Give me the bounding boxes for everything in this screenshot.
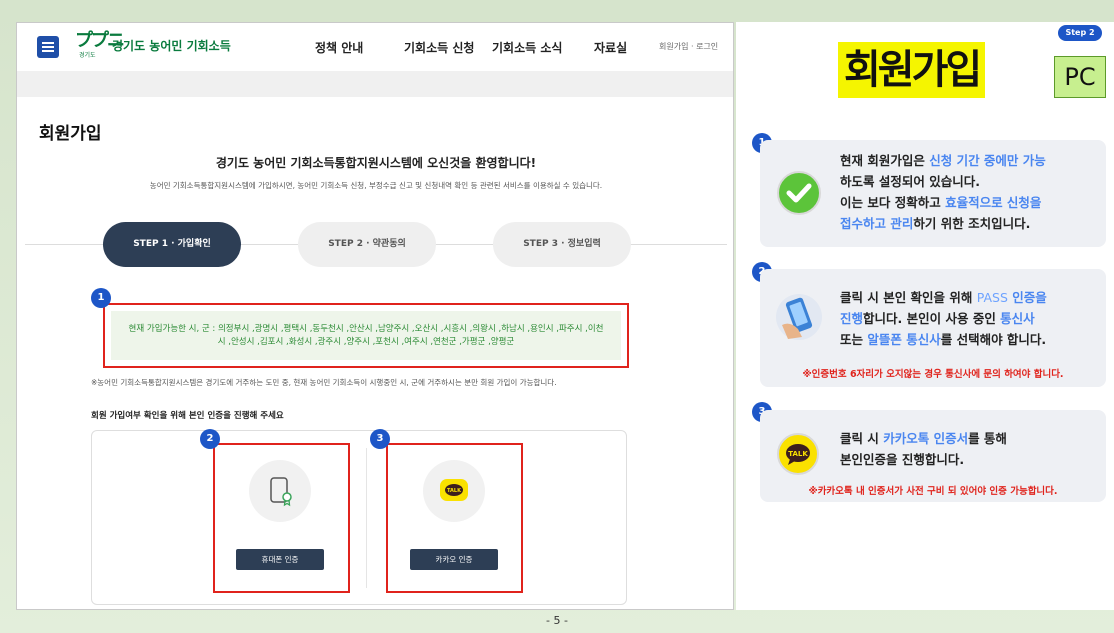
page-number: - 5 - xyxy=(546,614,568,627)
site-logo-text[interactable]: 경기도 농어민 기회소득 xyxy=(112,37,231,54)
callout-badge-1: 1 xyxy=(91,288,111,308)
page-title: 회원가입 xyxy=(39,124,102,144)
welcome-heading: 경기도 농어민 기회소득통합지원시스템에 오신것을 환영합니다! xyxy=(215,156,537,170)
card-2-text: 클릭 시 본인 확인을 위해 PASS 인증을 진행합니다. 본인이 사용 중인… xyxy=(840,290,1047,347)
kakaotalk-icon: TALK xyxy=(440,479,468,501)
step-3-tab: STEP 3 · 정보입력 xyxy=(493,222,631,267)
check-icon xyxy=(777,171,821,215)
verify-instruction: 회원 가입여부 확인을 위해 본인 인증을 진행해 주세요 xyxy=(91,411,284,421)
panel-title: 회원가입 xyxy=(838,42,986,98)
explanation-panel: Step 2 회원가입 PC 1 현재 회원가입은 신청 기간 중에만 가능 하… xyxy=(736,22,1114,610)
hamburger-menu-icon[interactable] xyxy=(37,36,59,58)
kakaotalk-talk-icon: TALK xyxy=(777,433,819,475)
pc-label: PC xyxy=(1054,56,1106,98)
talk-icon-label: TALK xyxy=(788,450,808,458)
card-2-warning: ※인증번호 6자리가 오지않는 경우 통신사에 문의 하여야 합니다. xyxy=(802,369,1064,380)
step-1-tab: STEP 1 · 가입확인 xyxy=(103,222,241,267)
eligible-regions-text: 현재 가입가능한 시, 군 : 의정부시 ,광명시 ,평택시 ,동두천시 ,안산… xyxy=(111,311,621,360)
card-3-text: 클릭 시 카카오톡 인증서를 통해 본인인증을 진행합니다. xyxy=(840,431,1007,467)
site-header: ププニ 경기도 경기도 농어민 기회소득 정책 안내 기회소득 신청 기회소득 … xyxy=(17,23,733,71)
info-card-1: 현재 회원가입은 신청 기간 중에만 가능 하도록 설정되어 있습니다. 이는 … xyxy=(760,140,1106,247)
slide-page: ププニ 경기도 경기도 농어민 기회소득 정책 안내 기회소득 신청 기회소득 … xyxy=(0,0,1114,633)
mobile-phone-icon xyxy=(270,477,292,507)
info-card-2: 클릭 시 본인 확인을 위해 PASS 인증을 진행합니다. 본인이 사용 중인… xyxy=(760,269,1106,387)
nav-apply[interactable]: 기회소득 신청 xyxy=(404,39,474,56)
step-badge: Step 2 xyxy=(1058,25,1102,41)
eligibility-notice: ※농어민 기회소득통합지원시스템은 경기도에 거주하는 도민 중, 현재 농어민… xyxy=(91,378,557,387)
nav-resources[interactable]: 자료실 xyxy=(594,39,627,56)
verification-divider xyxy=(366,448,367,588)
sub-header-band xyxy=(17,71,733,97)
info-card-3: TALK 클릭 시 카카오톡 인증서를 통해 본인인증을 진행합니다. ※카카오… xyxy=(760,410,1106,502)
kakao-auth-circle: TALK xyxy=(423,460,485,522)
card-1-text: 현재 회원가입은 신청 기간 중에만 가능 하도록 설정되어 있습니다. 이는 … xyxy=(840,153,1046,231)
eligible-regions-box: 현재 가입가능한 시, 군 : 의정부시 ,광명시 ,평택시 ,동두천시 ,안산… xyxy=(103,303,629,368)
logo-sub-label: 경기도 xyxy=(79,52,96,59)
verification-options-box xyxy=(91,430,627,605)
nav-news[interactable]: 기회소득 소식 xyxy=(492,39,562,56)
step-2-tab: STEP 2 · 약관동의 xyxy=(298,222,436,267)
signup-page-screenshot: ププニ 경기도 경기도 농어민 기회소득 정책 안내 기회소득 신청 기회소득 … xyxy=(16,22,734,610)
callout-badge-3: 3 xyxy=(370,429,390,449)
callout-badge-2: 2 xyxy=(200,429,220,449)
welcome-description: 농어민 기회소득통합지원시스템에 가입하시면, 농어민 기회소득 신청, 부정수… xyxy=(149,181,603,190)
kakao-auth-button[interactable]: 카카오 인증 xyxy=(410,549,498,570)
kakao-icon-label: TALK xyxy=(447,488,462,494)
phone-auth-circle xyxy=(249,460,311,522)
card-3-warning: ※카카오톡 내 인증서가 사전 구비 되 있어야 인증 가능합니다. xyxy=(808,486,1058,497)
phone-hand-icon xyxy=(776,294,822,340)
nav-policy[interactable]: 정책 안내 xyxy=(315,39,363,56)
phone-auth-button[interactable]: 휴대폰 인증 xyxy=(236,549,324,570)
header-util-links[interactable]: 회원가입 · 로그인 xyxy=(659,41,718,52)
